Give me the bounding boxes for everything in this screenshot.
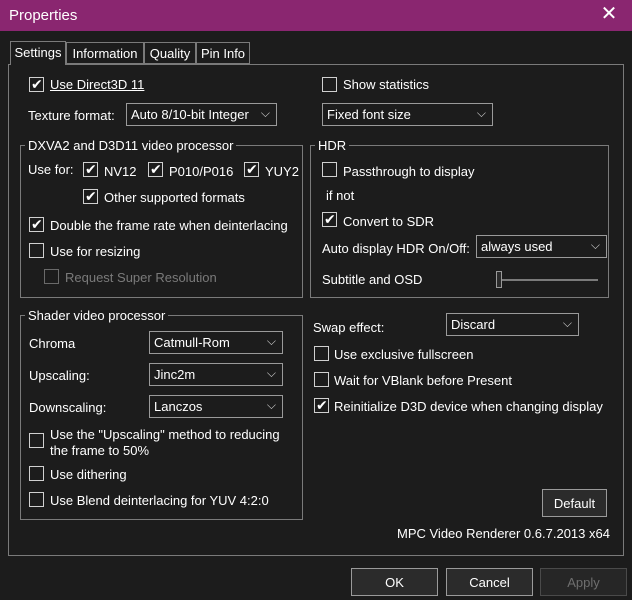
apply-button[interactable]: Apply [540, 568, 627, 596]
upscaling-select[interactable]: Jinc2m ⌵ [149, 363, 283, 386]
font-size-value: Fixed font size [327, 107, 411, 122]
title-bar: Properties ✕ [0, 0, 632, 31]
swap-effect-label: Swap effect: [313, 320, 385, 335]
reduce-frame-label-line2: the frame to 50% [50, 443, 149, 458]
check-icon: ✔ [246, 161, 258, 177]
reinitialize-label: Reinitialize D3D device when changing di… [334, 399, 603, 414]
reduce-frame-label-line1: Use the "Upscaling" method to reducing [50, 427, 280, 442]
show-statistics-label: Show statistics [343, 77, 429, 92]
show-statistics-checkbox[interactable] [322, 77, 337, 92]
dithering-checkbox[interactable] [29, 466, 44, 481]
subtitle-osd-slider-track[interactable] [498, 279, 598, 281]
shader-group-title: Shader video processor [25, 308, 169, 323]
vblank-label: Wait for VBlank before Present [334, 373, 512, 388]
downscaling-select[interactable]: Lanczos ⌵ [149, 395, 283, 418]
use-for-label: Use for: [28, 162, 74, 177]
tab-quality[interactable]: Quality [144, 42, 196, 64]
check-icon: ✔ [31, 216, 43, 232]
chevron-down-icon: ⌵ [260, 106, 270, 120]
if-not-label: if not [326, 188, 355, 203]
subtitle-osd-slider-thumb[interactable] [496, 271, 502, 288]
p010-checkbox[interactable]: ✔ [148, 161, 163, 177]
blend-deinterlacing-label: Use Blend deinterlacing for YUV 4:2:0 [50, 493, 269, 508]
other-formats-checkbox[interactable]: ✔ [83, 188, 98, 204]
chevron-down-icon: ⌵ [266, 398, 276, 412]
tab-pin-info[interactable]: Pin Info [196, 42, 250, 64]
resizing-checkbox[interactable] [29, 243, 44, 258]
swap-effect-value: Discard [451, 317, 496, 332]
convert-sdr-checkbox[interactable]: ✔ [322, 211, 337, 227]
check-icon: ✔ [316, 397, 328, 413]
convert-sdr-label: Convert to SDR [343, 214, 435, 229]
ok-button[interactable]: OK [351, 568, 438, 596]
upscaling-label: Upscaling: [29, 368, 90, 383]
blend-deinterlacing-checkbox[interactable] [29, 492, 44, 507]
check-icon: ✔ [150, 161, 162, 177]
check-icon: ✔ [85, 161, 97, 177]
texture-format-value: Auto 8/10-bit Integer [131, 107, 249, 122]
exclusive-fullscreen-label: Use exclusive fullscreen [334, 347, 474, 362]
super-resolution-label: Request Super Resolution [65, 270, 217, 285]
subtitle-osd-label: Subtitle and OSD [322, 272, 423, 287]
use-d3d11-label: Use Direct3D 11 [50, 77, 145, 92]
reinitialize-checkbox[interactable]: ✔ [314, 397, 329, 413]
version-text: MPC Video Renderer 0.6.7.2013 x64 [397, 526, 610, 541]
check-icon: ✔ [31, 76, 43, 92]
tab-settings[interactable]: Settings [10, 41, 66, 65]
double-rate-checkbox[interactable]: ✔ [29, 216, 44, 232]
check-icon: ✔ [324, 211, 336, 227]
chroma-select[interactable]: Catmull-Rom ⌵ [149, 331, 283, 354]
chevron-down-icon: ⌵ [562, 316, 572, 330]
auto-display-hdr-value: always used [481, 239, 553, 254]
downscaling-label: Downscaling: [29, 400, 107, 415]
swap-effect-select[interactable]: Discard ⌵ [446, 313, 579, 336]
resizing-label: Use for resizing [50, 244, 141, 259]
p010-label: P010/P016 [169, 164, 234, 179]
chevron-down-icon: ⌵ [476, 106, 486, 120]
chevron-down-icon: ⌵ [266, 334, 276, 348]
downscaling-value: Lanczos [154, 399, 203, 414]
nv12-checkbox[interactable]: ✔ [83, 161, 98, 177]
cancel-button[interactable]: Cancel [446, 568, 533, 596]
use-d3d11-checkbox[interactable]: ✔ [29, 76, 44, 92]
upscaling-value: Jinc2m [154, 367, 196, 382]
chroma-value: Catmull-Rom [154, 335, 230, 350]
super-resolution-checkbox[interactable] [44, 269, 59, 284]
auto-display-hdr-label: Auto display HDR On/Off: [322, 241, 470, 256]
settings-panel: ✔ Use Direct3D 11 Show statistics Textur… [8, 64, 624, 556]
chevron-down-icon: ⌵ [590, 238, 600, 252]
nv12-label: NV12 [104, 164, 137, 179]
texture-format-select[interactable]: Auto 8/10-bit Integer ⌵ [126, 103, 277, 126]
texture-format-label: Texture format: [28, 108, 115, 123]
window-title: Properties [9, 7, 78, 24]
reduce-frame-checkbox[interactable] [29, 433, 44, 448]
check-icon: ✔ [85, 188, 97, 204]
dxva-group-title: DXVA2 and D3D11 video processor [25, 138, 237, 153]
double-rate-label: Double the frame rate when deinterlacing [50, 218, 288, 233]
vblank-checkbox[interactable] [314, 372, 329, 387]
chroma-label: Chroma [29, 336, 76, 351]
dithering-label: Use dithering [50, 467, 127, 482]
yuy2-label: YUY2 [265, 164, 299, 179]
default-button[interactable]: Default [542, 489, 607, 517]
close-icon[interactable]: ✕ [586, 0, 632, 31]
exclusive-fullscreen-checkbox[interactable] [314, 346, 329, 361]
yuy2-checkbox[interactable]: ✔ [244, 161, 259, 177]
hdr-group-title: HDR [315, 138, 350, 153]
passthrough-label: Passthrough to display [343, 164, 475, 179]
tab-information[interactable]: Information [66, 42, 144, 64]
other-formats-label: Other supported formats [104, 190, 245, 205]
passthrough-checkbox[interactable] [322, 162, 337, 177]
chevron-down-icon: ⌵ [266, 366, 276, 380]
auto-display-hdr-select[interactable]: always used ⌵ [476, 235, 607, 258]
font-size-select[interactable]: Fixed font size ⌵ [322, 103, 493, 126]
